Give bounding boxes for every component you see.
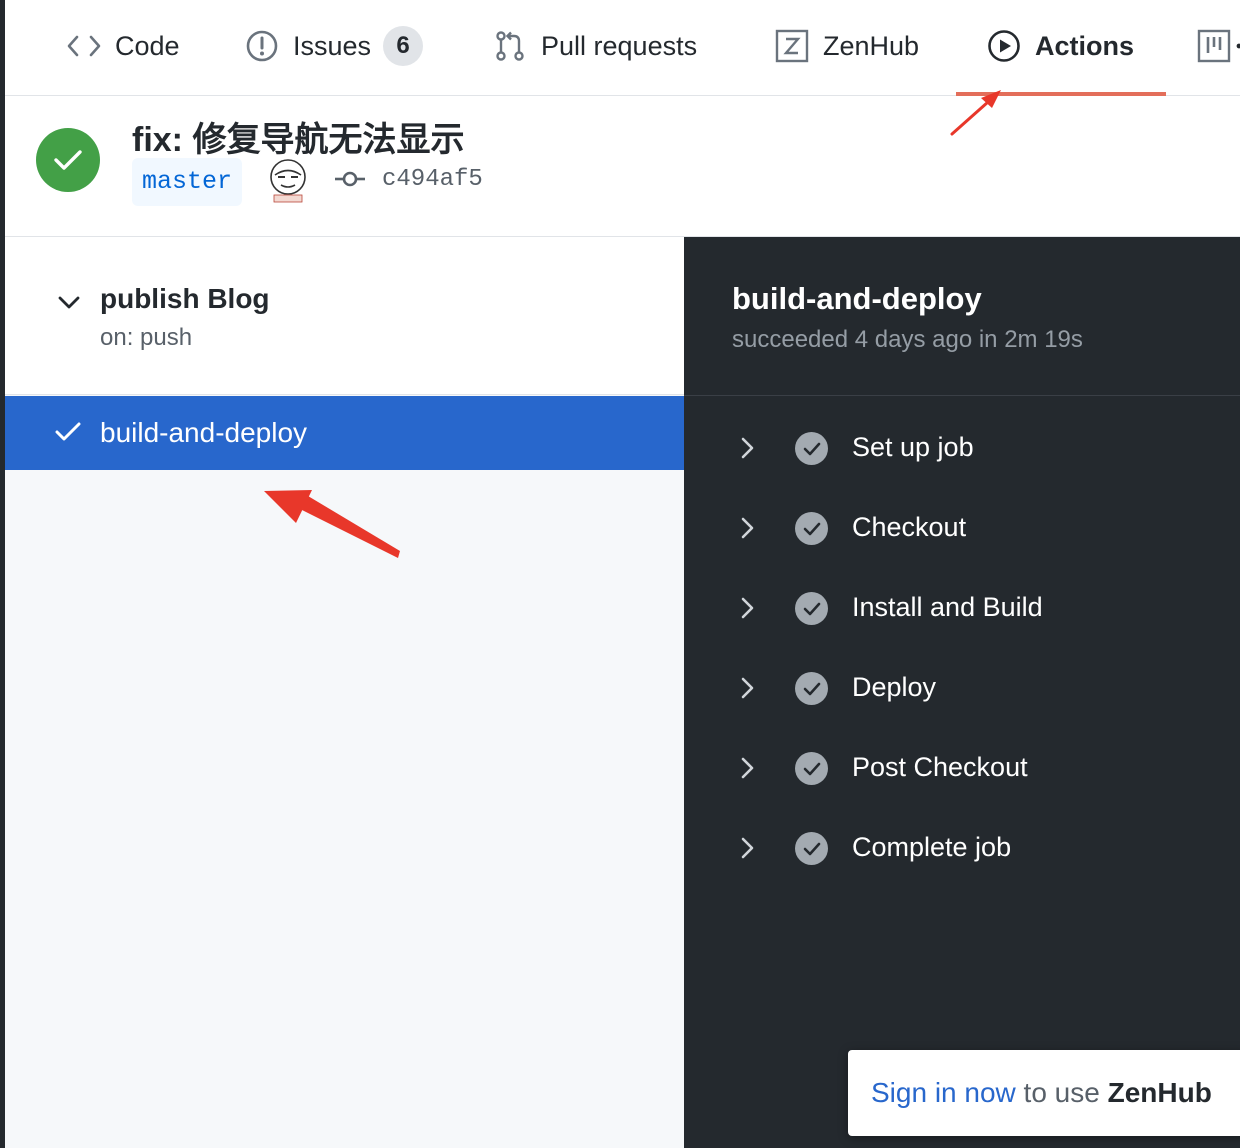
- job-header: build-and-deploy succeeded 4 days ago in…: [684, 237, 1240, 396]
- workflow-name: publish Blog: [100, 283, 270, 314]
- step-label: Checkout: [852, 512, 967, 542]
- chevron-right-icon: [740, 516, 756, 545]
- job-item-build-and-deploy[interactable]: build-and-deploy: [5, 396, 684, 470]
- toast-text: Sign in now to use ZenHub: [871, 1077, 1212, 1109]
- success-status-icon: [36, 128, 100, 192]
- avatar[interactable]: [267, 158, 309, 204]
- tab-issues-label: Issues: [293, 30, 372, 61]
- step-complete-job[interactable]: Complete job: [684, 818, 1240, 878]
- step-success-icon: [795, 672, 828, 705]
- pull-request-icon: [493, 29, 527, 63]
- chevron-right-icon: [740, 756, 756, 785]
- tab-code-label: Code: [115, 30, 180, 61]
- workflow-sidebar: publish Blog on: push build-and-deploy: [5, 237, 684, 1148]
- zenhub-signin-toast[interactable]: Sign in now to use ZenHub: [848, 1050, 1240, 1136]
- issues-count-badge: 6: [383, 26, 424, 66]
- branch-label[interactable]: master: [132, 158, 243, 206]
- tab-actions-label: Actions: [1035, 30, 1135, 61]
- step-checkout[interactable]: Checkout: [684, 498, 1240, 558]
- commit-sha-link[interactable]: c494af5: [382, 166, 483, 193]
- chevron-right-icon: [740, 596, 756, 625]
- project-icon: [1197, 29, 1240, 63]
- zenhub-brand-text: ZenHub: [1107, 1077, 1212, 1108]
- job-item-label: build-and-deploy: [100, 417, 308, 448]
- issue-icon: [245, 29, 279, 63]
- repo-tab-bar: Code Issues 6 Pull requests ZenHub Actio…: [5, 0, 1240, 96]
- step-post-checkout[interactable]: Post Checkout: [684, 738, 1240, 798]
- job-status-text: succeeded 4 days ago in 2m 19s: [732, 326, 1083, 353]
- zenhub-icon: [775, 29, 809, 63]
- tab-zenhub[interactable]: ZenHub: [775, 0, 919, 92]
- step-install-and-build[interactable]: Install and Build: [684, 578, 1240, 638]
- tab-zenhub-label: ZenHub: [823, 30, 920, 61]
- step-success-icon: [795, 752, 828, 785]
- check-icon: [55, 422, 81, 447]
- tab-code[interactable]: Code: [67, 0, 180, 92]
- chevron-right-icon: [740, 436, 756, 465]
- workflow-header[interactable]: publish Blog on: push: [5, 237, 684, 395]
- step-label: Complete job: [852, 832, 1012, 862]
- job-log-panel: build-and-deploy succeeded 4 days ago in…: [684, 237, 1240, 1148]
- step-label: Set up job: [852, 432, 974, 462]
- job-title: build-and-deploy: [732, 281, 982, 316]
- chevron-right-icon: [740, 836, 756, 865]
- toast-middle-text: to use: [1015, 1077, 1108, 1108]
- step-success-icon: [795, 432, 828, 465]
- commit-title: fix: 修复导航无法显示: [132, 121, 465, 159]
- step-label: Post Checkout: [852, 752, 1028, 782]
- step-set-up-job[interactable]: Set up job: [684, 418, 1240, 478]
- commit-icon: [333, 168, 367, 195]
- step-label: Deploy: [852, 672, 937, 702]
- sign-in-link[interactable]: Sign in now: [871, 1077, 1016, 1108]
- step-label: Install and Build: [852, 592, 1043, 622]
- play-icon: [987, 29, 1021, 63]
- step-success-icon: [795, 512, 828, 545]
- chevron-right-icon: [740, 676, 756, 705]
- tab-projects[interactable]: [1197, 0, 1240, 92]
- step-deploy[interactable]: Deploy: [684, 658, 1240, 718]
- step-success-icon: [795, 832, 828, 865]
- chevron-down-icon[interactable]: [57, 295, 81, 316]
- code-icon: [67, 34, 101, 58]
- tab-pull-requests[interactable]: Pull requests: [493, 0, 697, 92]
- tab-actions[interactable]: Actions: [987, 0, 1134, 92]
- tab-issues[interactable]: Issues 6: [245, 0, 424, 92]
- workflow-trigger: on: push: [100, 324, 193, 351]
- commit-header: fix: 修复导航无法显示 master c494af5: [5, 96, 1240, 237]
- tab-pull-requests-label: Pull requests: [541, 30, 698, 61]
- step-success-icon: [795, 592, 828, 625]
